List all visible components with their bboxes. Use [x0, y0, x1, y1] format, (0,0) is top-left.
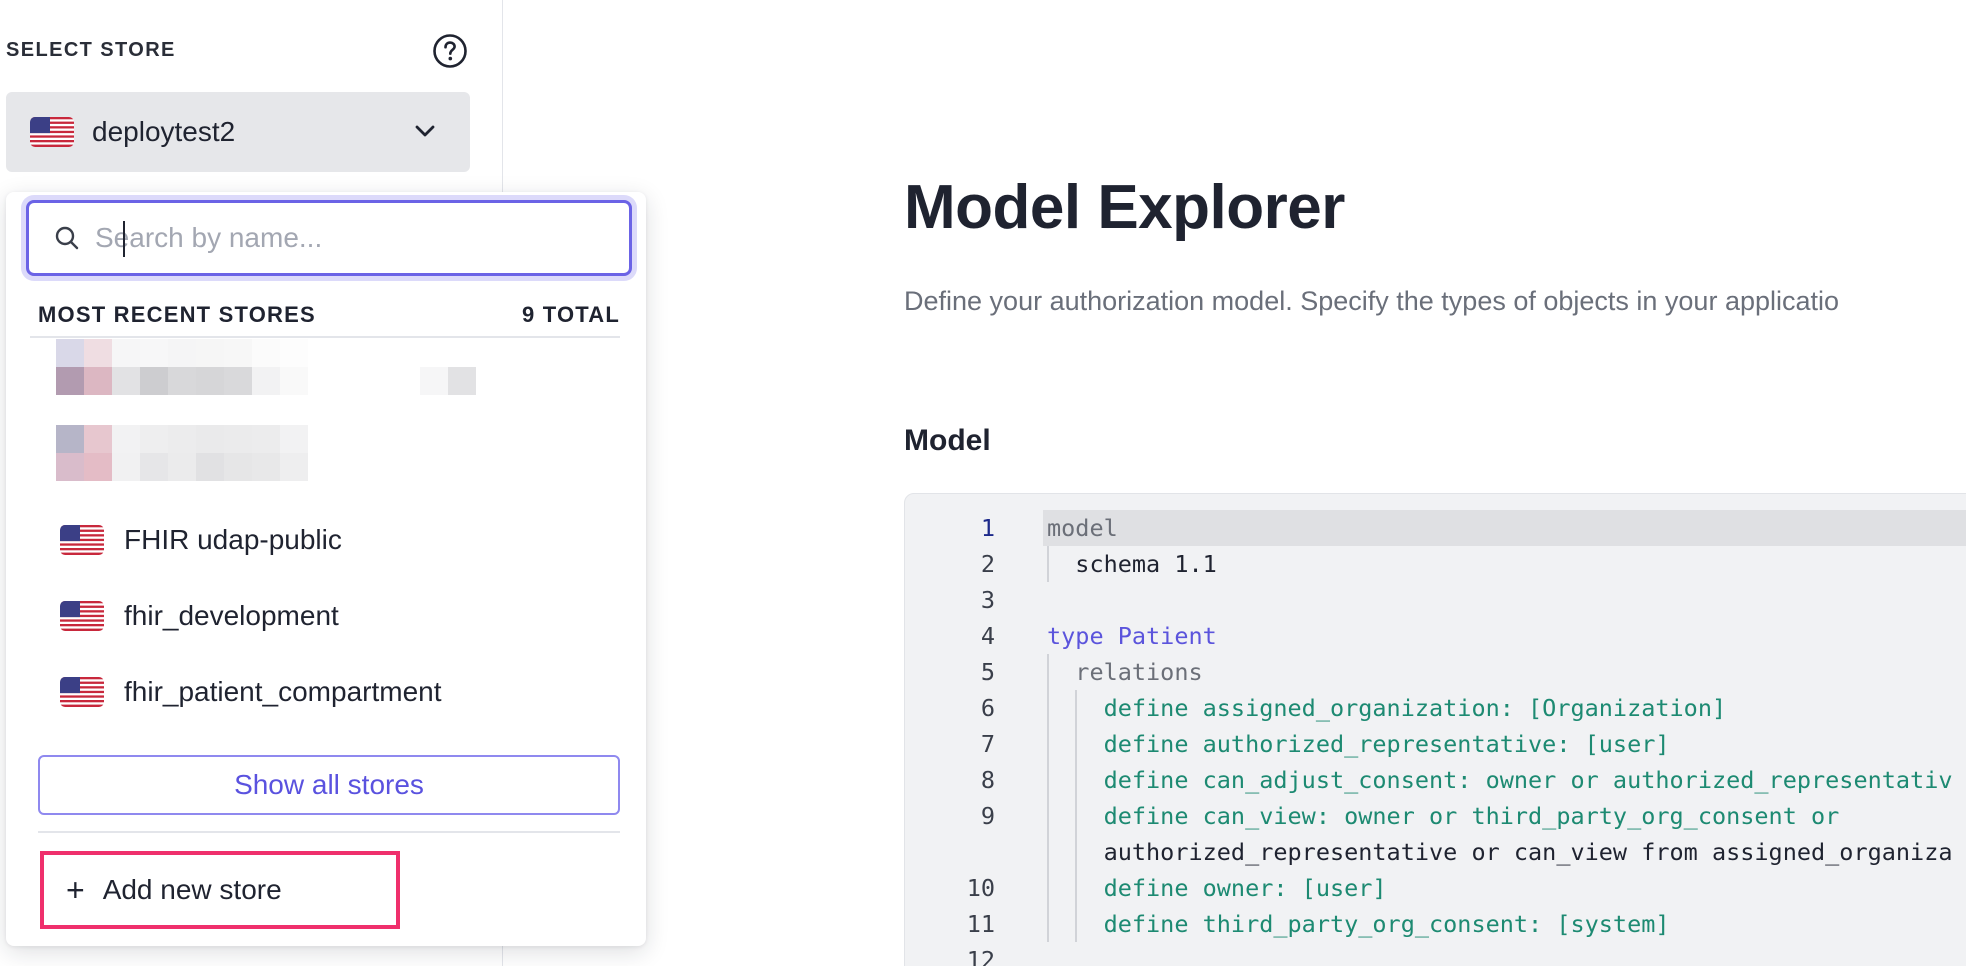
store-item[interactable]: fhir_development: [60, 578, 442, 654]
line-number: 3: [980, 586, 995, 614]
page: SELECT STORE deploytest2 Search by name.…: [0, 0, 1966, 966]
line-number: 1: [980, 514, 995, 542]
code-text: type Patient: [1047, 622, 1217, 650]
code-text: define third_party_org_consent: [system]: [1047, 910, 1670, 938]
line-number: 6: [980, 694, 995, 722]
add-new-store-label: Add new store: [102, 874, 282, 905]
select-store-label: SELECT STORE: [6, 39, 176, 61]
recent-stores-label: MOST RECENT STORES: [38, 302, 316, 327]
show-all-stores-button[interactable]: Show all stores: [38, 755, 620, 815]
line-number: 12: [966, 946, 995, 966]
code-text: define can_adjust_consent: owner or auth…: [1047, 766, 1953, 794]
line-number: 4: [980, 622, 995, 650]
line-number: 10: [966, 874, 995, 902]
model-section-title: Model: [904, 424, 991, 457]
line-number: 5: [980, 658, 995, 686]
page-title: Model Explorer: [904, 173, 1345, 242]
model-code-editor[interactable]: 1 model 2 schema 1.1 3 4 type Patient 5 …: [904, 493, 1966, 966]
code-text: model: [1047, 514, 1118, 542]
store-search-input[interactable]: [95, 222, 595, 254]
code-text: schema 1.1: [1047, 550, 1217, 578]
store-item-label: fhir_development: [124, 600, 339, 631]
current-store-name: deploytest2: [92, 116, 236, 147]
line-number: 11: [966, 910, 995, 938]
total-stores-count: 9 TOTAL: [521, 302, 620, 327]
code-text: authorized_representative or can_view fr…: [1047, 838, 1953, 866]
help-icon[interactable]: [432, 33, 468, 69]
redacted-store-item[interactable]: [56, 339, 308, 367]
line-number: 8: [980, 766, 995, 794]
add-new-store-button[interactable]: + Add new store: [40, 851, 400, 929]
line-number: 2: [980, 550, 995, 578]
code-text: define assigned_organization: [Organizat…: [1047, 694, 1727, 722]
redacted-store-item-row: [56, 367, 476, 395]
us-flag-icon: [60, 525, 104, 555]
code-text: relations: [1047, 658, 1203, 686]
us-flag-icon: [60, 677, 104, 707]
search-icon: [55, 226, 79, 250]
code-text: define authorized_representative: [user]: [1047, 730, 1670, 758]
store-item-label: fhir_patient_compartment: [124, 676, 442, 707]
us-flag-icon: [30, 117, 74, 147]
us-flag-icon: [60, 601, 104, 631]
text-caret: [123, 221, 125, 257]
store-item-label: FHIR udap-public: [124, 524, 342, 555]
line-number: 7: [980, 730, 995, 758]
store-item[interactable]: fhir_patient_compartment: [60, 654, 442, 730]
page-description: Define your authorization model. Specify…: [904, 286, 1840, 316]
line-number: 9: [980, 802, 995, 830]
recent-stores-header: MOST RECENT STORES 9 TOTAL: [38, 302, 620, 328]
redacted-store-item[interactable]: [56, 425, 308, 453]
search-box[interactable]: [26, 200, 632, 276]
store-select-button[interactable]: deploytest2: [6, 92, 470, 172]
store-list: FHIR udap-public fhir_development fhir_p…: [60, 502, 442, 730]
store-dropdown: MOST RECENT STORES 9 TOTAL: [6, 192, 646, 946]
header-divider: [30, 336, 620, 338]
code-text: define owner: [user]: [1047, 874, 1387, 902]
store-item[interactable]: FHIR udap-public: [60, 502, 442, 578]
plus-icon: +: [66, 872, 85, 908]
code-text: define can_view: owner or third_party_or…: [1047, 802, 1840, 830]
dropdown-divider: [38, 831, 620, 833]
chevron-down-icon: [415, 125, 435, 137]
active-line-highlight: [1043, 510, 1966, 546]
redacted-store-item-row: [56, 453, 308, 481]
